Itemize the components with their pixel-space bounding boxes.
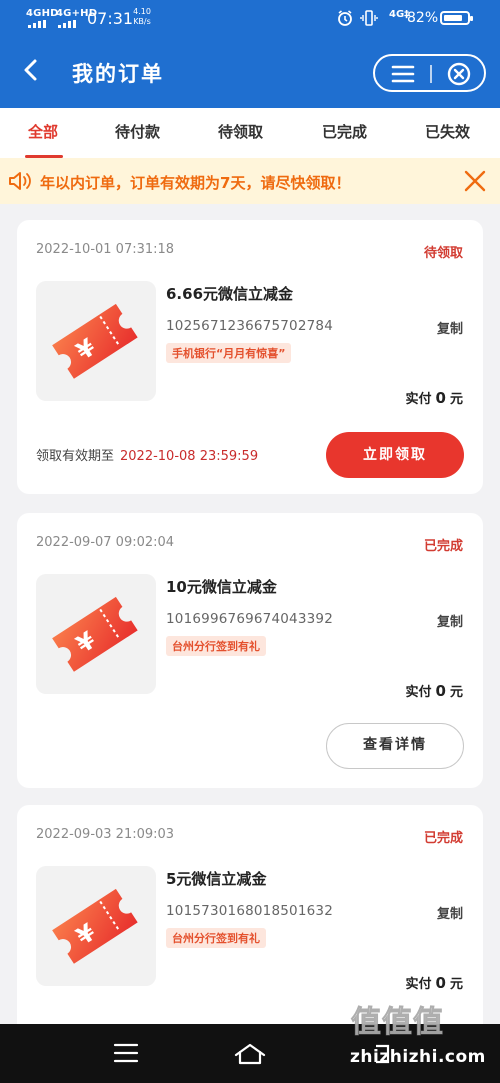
notice-bar: 年以内订单，订单有效期为7天，请尽快领取！ (0, 158, 500, 204)
campaign-tag: 台州分行签到有礼 (166, 928, 266, 948)
site-watermark: 值值值 zhizhizhi.com (345, 995, 500, 1083)
battery-fill (444, 15, 462, 21)
tab-pending-payment[interactable]: 待付款 (115, 121, 160, 142)
paid-unit: 元 (449, 685, 463, 700)
capsule-divider (430, 65, 432, 83)
watermark-domain: zhizhizhi.com (350, 1047, 486, 1067)
copy-button[interactable]: 复制 (437, 903, 463, 922)
close-circle-icon[interactable] (447, 62, 471, 86)
battery-percent: 82% (407, 10, 439, 26)
view-details-button[interactable]: 查看详情 (326, 723, 464, 769)
clock: 07:31 (87, 9, 134, 28)
order-code: 1016996769674043392 (166, 611, 333, 627)
order-date: 2022-09-07 09:02:04 (36, 535, 175, 550)
network-1-label: 4GHD (26, 8, 59, 19)
signal-icon (28, 20, 48, 28)
top-bar: 4GHD 4G+HD 07:31 4.10 KB/s 4G‡ 82% 我的订单 (0, 0, 500, 108)
tab-all[interactable]: 全部 (28, 121, 58, 142)
tab-completed[interactable]: 已完成 (322, 121, 367, 142)
home-icon[interactable] (233, 1042, 267, 1066)
order-status: 已完成 (423, 539, 463, 554)
coupon-name: 5元微信立减金 (166, 870, 267, 888)
expiry-info: 领取有效期至 2022-10-08 23:59:59 (36, 445, 258, 464)
vibrate-icon (360, 10, 378, 26)
coupon-thumbnail: ¥ (36, 574, 156, 694)
coupon-thumbnail: ¥ (36, 866, 156, 986)
net-speed-value: 4.10 (133, 7, 151, 16)
coupon-name: 6.66元微信立减金 (166, 285, 294, 303)
signal-icon-2 (58, 20, 78, 28)
network-indicator: 4GHD 4G+HD (26, 8, 97, 19)
watermark-logo: 值值值 (351, 1005, 444, 1041)
paid-amount: 实付 0 元 (406, 388, 463, 407)
capsule-menu (373, 54, 486, 92)
paid-value: 0 (435, 682, 446, 700)
paid-label: 实付 (405, 977, 432, 992)
page-header: 我的订单 (0, 36, 500, 108)
speaker-icon (9, 172, 31, 190)
paid-amount: 实付 0 元 (406, 973, 463, 992)
back-arrow-icon[interactable] (18, 56, 46, 84)
status-bar: 4GHD 4G+HD 07:31 4.10 KB/s 4G‡ 82% (0, 0, 500, 36)
order-date: 2022-10-01 07:31:18 (36, 242, 175, 257)
notice-close-icon[interactable] (463, 169, 487, 193)
page-title: 我的订单 (72, 62, 164, 86)
coupon-ticket-icon: ¥ (52, 596, 138, 672)
alarm-icon (338, 10, 352, 26)
notice-text: 年以内订单，订单有效期为7天，请尽快领取！ (40, 174, 351, 192)
order-card[interactable]: 2022-09-07 09:02:04 已完成 ¥ 10元微信立减金 10169… (17, 513, 483, 788)
expiry-time: 2022-10-08 23:59:59 (120, 449, 259, 464)
order-status: 待领取 (423, 246, 463, 261)
paid-label: 实付 (405, 392, 432, 407)
order-code: 1025671236675702784 (166, 318, 333, 334)
tab-pending-claim[interactable]: 待领取 (218, 121, 263, 142)
paid-value: 0 (435, 974, 446, 992)
order-card[interactable]: 2022-10-01 07:31:18 待领取 ¥ 6.66元微信立减金 102… (17, 220, 483, 494)
paid-unit: 元 (449, 977, 463, 992)
paid-amount: 实付 0 元 (406, 681, 463, 700)
menu-icon[interactable] (391, 64, 415, 84)
tab-expired[interactable]: 已失效 (425, 121, 470, 142)
order-date: 2022-09-03 21:09:03 (36, 827, 175, 842)
campaign-tag: 手机银行“月月有惊喜” (166, 343, 292, 363)
order-status: 已完成 (423, 831, 463, 846)
recents-menu-icon[interactable] (113, 1042, 139, 1064)
battery-icon (440, 11, 473, 25)
coupon-name: 10元微信立减金 (166, 578, 277, 596)
paid-label: 实付 (405, 685, 432, 700)
order-code: 1015730168018501632 (166, 903, 333, 919)
coupon-thumbnail: ¥ (36, 281, 156, 401)
copy-button[interactable]: 复制 (437, 318, 463, 337)
coupon-ticket-icon: ¥ (52, 303, 138, 379)
campaign-tag: 台州分行签到有礼 (166, 636, 266, 656)
paid-value: 0 (435, 389, 446, 407)
claim-now-button[interactable]: 立即领取 (326, 432, 464, 478)
net-speed-unit: KB/s (133, 17, 151, 26)
net-speed: 4.10 KB/s (131, 7, 153, 27)
copy-button[interactable]: 复制 (437, 611, 463, 630)
paid-unit: 元 (449, 392, 463, 407)
coupon-ticket-icon: ¥ (52, 888, 138, 964)
expiry-label: 领取有效期至 (36, 449, 115, 464)
order-tabs: 全部 待付款 待领取 已完成 已失效 (0, 108, 500, 158)
